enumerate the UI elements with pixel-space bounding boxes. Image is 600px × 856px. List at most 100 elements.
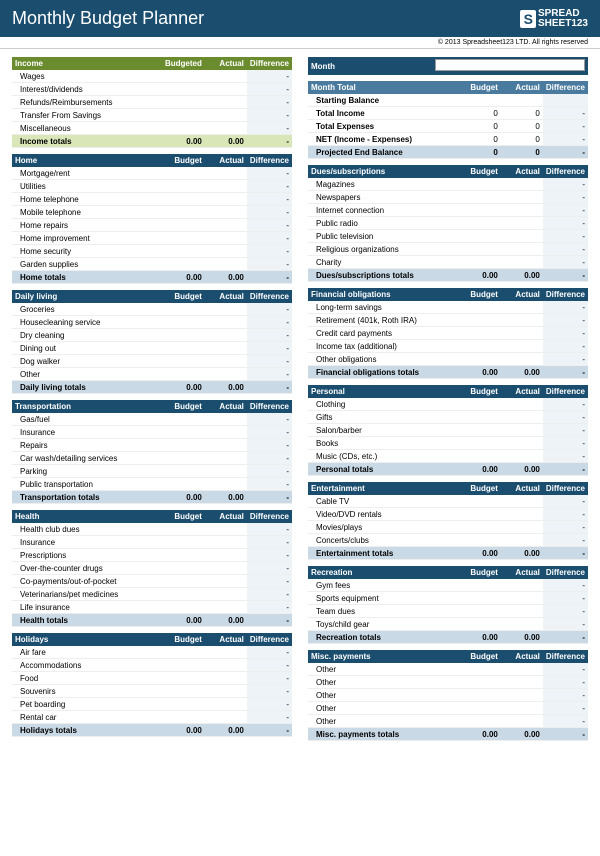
budget-cell[interactable]	[459, 424, 501, 437]
budget-cell[interactable]	[459, 314, 501, 327]
actual-cell[interactable]	[205, 206, 247, 219]
actual-cell[interactable]	[501, 353, 543, 366]
actual-cell[interactable]	[501, 495, 543, 508]
actual-cell[interactable]	[501, 217, 543, 230]
actual-cell[interactable]	[205, 523, 247, 536]
budget-cell[interactable]	[163, 258, 205, 271]
actual-cell[interactable]	[205, 685, 247, 698]
budget-cell[interactable]	[163, 303, 205, 316]
actual-cell[interactable]	[205, 303, 247, 316]
actual-cell[interactable]	[205, 109, 247, 122]
actual-cell[interactable]	[205, 122, 247, 135]
actual-cell[interactable]	[501, 230, 543, 243]
actual-cell[interactable]	[501, 450, 543, 463]
budget-cell[interactable]	[163, 368, 205, 381]
budget-cell[interactable]	[459, 217, 501, 230]
budget-cell[interactable]	[162, 70, 205, 83]
budget-cell[interactable]	[459, 256, 501, 269]
actual-cell[interactable]	[205, 562, 247, 575]
actual-cell[interactable]	[205, 465, 247, 478]
budget-cell[interactable]	[163, 646, 205, 659]
budget-cell[interactable]	[459, 663, 501, 676]
actual-cell[interactable]	[501, 191, 543, 204]
actual-cell[interactable]	[205, 672, 247, 685]
actual-cell[interactable]	[205, 601, 247, 614]
budget-cell[interactable]	[459, 676, 501, 689]
actual-cell[interactable]	[205, 355, 247, 368]
budget-cell[interactable]	[459, 508, 501, 521]
budget-cell[interactable]	[163, 523, 205, 536]
actual-cell[interactable]	[205, 70, 247, 83]
budget-cell[interactable]	[163, 549, 205, 562]
budget-cell[interactable]	[459, 495, 501, 508]
actual-cell[interactable]	[205, 167, 247, 180]
actual-cell[interactable]	[501, 398, 543, 411]
budget-cell[interactable]	[163, 478, 205, 491]
actual-cell[interactable]	[501, 618, 543, 631]
budget-cell[interactable]	[163, 575, 205, 588]
actual-cell[interactable]	[205, 219, 247, 232]
budget-cell[interactable]	[459, 327, 501, 340]
actual-cell[interactable]	[501, 508, 543, 521]
budget-cell[interactable]	[163, 439, 205, 452]
actual-cell[interactable]	[501, 663, 543, 676]
budget-cell[interactable]	[163, 206, 205, 219]
actual-cell[interactable]	[205, 478, 247, 491]
budget-cell[interactable]	[459, 450, 501, 463]
budget-cell[interactable]	[163, 672, 205, 685]
budget-cell[interactable]	[163, 180, 205, 193]
actual-cell[interactable]	[501, 702, 543, 715]
actual-cell[interactable]	[501, 424, 543, 437]
actual-cell[interactable]	[501, 605, 543, 618]
budget-cell[interactable]	[163, 245, 205, 258]
budget-cell[interactable]	[162, 96, 205, 109]
budget-cell[interactable]	[459, 592, 501, 605]
budget-cell[interactable]	[163, 536, 205, 549]
budget-cell[interactable]	[459, 689, 501, 702]
actual-cell[interactable]	[501, 437, 543, 450]
actual-cell[interactable]	[501, 676, 543, 689]
budget-cell[interactable]	[163, 426, 205, 439]
actual-cell[interactable]	[205, 588, 247, 601]
budget-cell[interactable]	[459, 437, 501, 450]
actual-cell[interactable]	[205, 180, 247, 193]
budget-cell[interactable]	[163, 698, 205, 711]
budget-cell[interactable]	[459, 301, 501, 314]
budget-cell[interactable]	[459, 579, 501, 592]
actual-cell[interactable]	[205, 368, 247, 381]
actual-cell[interactable]	[205, 342, 247, 355]
budget-cell[interactable]	[163, 355, 205, 368]
actual-cell[interactable]	[205, 245, 247, 258]
budget-cell[interactable]	[163, 588, 205, 601]
budget-cell[interactable]	[459, 702, 501, 715]
actual-cell[interactable]	[205, 659, 247, 672]
actual-cell[interactable]	[501, 411, 543, 424]
budget-cell[interactable]	[459, 178, 501, 191]
budget-cell[interactable]	[459, 353, 501, 366]
budget-cell[interactable]	[163, 219, 205, 232]
actual-cell[interactable]	[205, 698, 247, 711]
budget-cell[interactable]	[163, 342, 205, 355]
budget-cell[interactable]	[459, 230, 501, 243]
budget-cell[interactable]	[163, 465, 205, 478]
actual-cell[interactable]	[501, 715, 543, 728]
actual-cell[interactable]	[205, 96, 247, 109]
actual-cell[interactable]	[501, 256, 543, 269]
cell[interactable]	[501, 94, 543, 107]
budget-cell[interactable]	[459, 191, 501, 204]
actual-cell[interactable]	[205, 232, 247, 245]
budget-cell[interactable]	[459, 398, 501, 411]
actual-cell[interactable]	[205, 193, 247, 206]
actual-cell[interactable]	[501, 592, 543, 605]
actual-cell[interactable]	[501, 689, 543, 702]
budget-cell[interactable]	[162, 122, 205, 135]
budget-cell[interactable]	[163, 316, 205, 329]
actual-cell[interactable]	[205, 413, 247, 426]
budget-cell[interactable]	[163, 659, 205, 672]
actual-cell[interactable]	[501, 243, 543, 256]
budget-cell[interactable]	[459, 204, 501, 217]
actual-cell[interactable]	[205, 258, 247, 271]
actual-cell[interactable]	[501, 579, 543, 592]
month-input[interactable]	[435, 59, 585, 71]
actual-cell[interactable]	[205, 711, 247, 724]
